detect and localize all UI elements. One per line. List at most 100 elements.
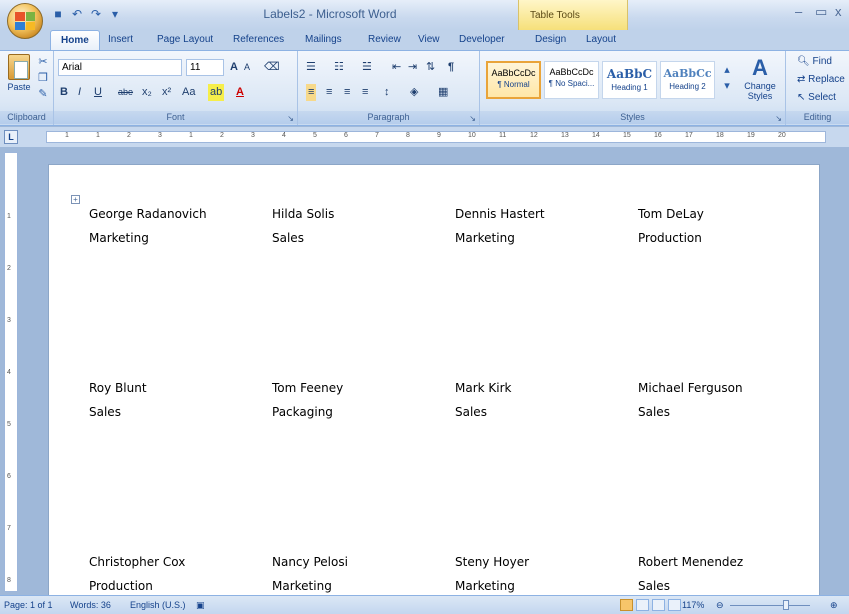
style-heading-1[interactable]: AaBbC Heading 1 bbox=[602, 61, 657, 99]
label-cell[interactable]: Nancy Pelosi Marketing bbox=[272, 555, 442, 595]
style-normal[interactable]: AaBbCcDc ¶ Normal bbox=[486, 61, 541, 99]
subscript-button[interactable]: x₂ bbox=[142, 84, 152, 101]
grow-font-button[interactable]: A bbox=[230, 59, 238, 76]
label-cell[interactable]: Dennis Hastert Marketing bbox=[455, 207, 625, 255]
styles-scroll-icon[interactable]: ▴ bbox=[720, 63, 734, 77]
zoom-slider[interactable] bbox=[730, 605, 810, 606]
justify-icon[interactable]: ≡ bbox=[362, 84, 368, 101]
close-button[interactable]: x bbox=[835, 4, 842, 19]
tab-layout[interactable]: Layout bbox=[586, 34, 616, 45]
word-count[interactable]: Words: 36 bbox=[70, 600, 111, 610]
increase-indent-icon[interactable]: ⇥ bbox=[408, 59, 417, 76]
label-cell[interactable]: Tom DeLay Production bbox=[638, 207, 808, 255]
zoom-slider-thumb[interactable] bbox=[783, 600, 789, 610]
tab-developer[interactable]: Developer bbox=[459, 34, 505, 45]
office-logo-icon bbox=[15, 12, 35, 30]
paragraph-dialog-launcher-icon[interactable]: ↘ bbox=[469, 114, 476, 123]
replace-button[interactable]: ⇄ Replace bbox=[797, 74, 845, 85]
change-styles-button[interactable]: A Change Styles bbox=[738, 55, 782, 101]
customize-toolbar-icon[interactable]: ▾ bbox=[107, 6, 123, 22]
label-cell[interactable]: George Radanovich Marketing bbox=[89, 207, 259, 255]
page-count[interactable]: Page: 1 of 1 bbox=[4, 600, 53, 610]
tab-insert[interactable]: Insert bbox=[108, 34, 133, 45]
clear-formatting-icon[interactable]: ⌫ bbox=[264, 59, 280, 76]
undo-icon[interactable]: ↶ bbox=[69, 6, 85, 22]
macro-record-icon[interactable]: ▣ bbox=[196, 600, 205, 611]
styles-dialog-launcher-icon[interactable]: ↘ bbox=[775, 114, 782, 123]
align-left-icon[interactable]: ≡ bbox=[306, 84, 317, 101]
font-size-input[interactable]: 11 bbox=[186, 59, 224, 76]
zoom-out-icon[interactable]: ⊖ bbox=[716, 600, 724, 611]
label-cell[interactable]: Michael Ferguson Sales bbox=[638, 381, 808, 429]
ruler-tick-label: 6 bbox=[344, 132, 348, 139]
label-cell[interactable]: Robert Menendez Sales bbox=[638, 555, 808, 595]
tab-page-layout[interactable]: Page Layout bbox=[157, 34, 213, 45]
language-indicator[interactable]: English (U.S.) bbox=[130, 600, 186, 610]
select-button[interactable]: ↖ Select bbox=[797, 92, 836, 103]
multilevel-list-icon[interactable]: ☱ bbox=[362, 59, 372, 76]
tab-review[interactable]: Review bbox=[368, 34, 401, 45]
tab-selector-button[interactable]: L bbox=[4, 130, 18, 144]
office-button[interactable] bbox=[7, 3, 43, 39]
align-right-icon[interactable]: ≡ bbox=[344, 84, 350, 101]
redo-icon[interactable]: ↷ bbox=[88, 6, 104, 22]
label-name: Tom Feeney bbox=[272, 381, 344, 395]
align-center-icon[interactable]: ≡ bbox=[326, 84, 332, 101]
highlight-icon[interactable]: ab bbox=[208, 84, 225, 101]
minimize-button[interactable]: – bbox=[795, 4, 802, 19]
maximize-button[interactable]: ▭ bbox=[815, 4, 827, 20]
ruler-tick-label: 2 bbox=[127, 132, 131, 139]
find-icon: 🔍︎ bbox=[797, 56, 810, 67]
italic-button[interactable]: I bbox=[78, 84, 81, 101]
cut-icon[interactable]: ✂ bbox=[36, 55, 50, 69]
line-spacing-icon[interactable]: ↕ bbox=[384, 84, 390, 101]
tab-mailings[interactable]: Mailings bbox=[305, 34, 342, 45]
style-heading-2[interactable]: AaBbCc Heading 2 bbox=[660, 61, 715, 99]
find-button[interactable]: 🔍︎ Find bbox=[797, 56, 832, 67]
sort-icon[interactable]: ⇅ bbox=[426, 59, 435, 76]
style-no-spacing[interactable]: AaBbCcDc ¶ No Spaci... bbox=[544, 61, 599, 99]
full-screen-view-icon[interactable] bbox=[636, 599, 649, 611]
paste-button[interactable]: Paste bbox=[4, 54, 34, 104]
label-cell[interactable]: Hilda Solis Sales bbox=[272, 207, 442, 255]
strikethrough-button[interactable]: abe bbox=[118, 84, 133, 101]
bullets-icon[interactable]: ☰ bbox=[306, 59, 316, 76]
bold-button[interactable]: B bbox=[60, 84, 68, 101]
document-page[interactable]: + George Radanovich Marketing Hilda Solis S… bbox=[48, 164, 820, 595]
shrink-font-button[interactable]: A bbox=[244, 59, 250, 76]
shading-icon[interactable]: ◈ bbox=[410, 84, 418, 101]
label-cell[interactable]: Roy Blunt Sales bbox=[89, 381, 259, 429]
borders-icon[interactable]: ▦ bbox=[438, 84, 448, 101]
copy-icon[interactable]: ❐ bbox=[36, 71, 50, 85]
web-layout-view-icon[interactable] bbox=[652, 599, 665, 611]
numbering-icon[interactable]: ☷ bbox=[334, 59, 344, 76]
horizontal-ruler[interactable]: 1 1 2 3 1 2 3 4 5 6 7 8 9 10 11 12 13 14 15 16 17 18 19 20 bbox=[46, 131, 826, 143]
save-icon[interactable]: ■ bbox=[50, 6, 66, 22]
label-cell[interactable]: Mark Kirk Sales bbox=[455, 381, 625, 429]
label-name: Dennis Hastert bbox=[455, 207, 545, 221]
underline-button[interactable]: U bbox=[94, 84, 102, 101]
font-dialog-launcher-icon[interactable]: ↘ bbox=[287, 114, 294, 123]
table-move-handle-icon[interactable]: + bbox=[71, 195, 80, 204]
outline-view-icon[interactable] bbox=[668, 599, 681, 611]
superscript-button[interactable]: x² bbox=[162, 84, 171, 101]
label-cell[interactable]: Steny Hoyer Marketing bbox=[455, 555, 625, 595]
format-painter-icon[interactable]: ✎ bbox=[36, 87, 50, 101]
zoom-in-icon[interactable]: ⊕ bbox=[830, 600, 838, 611]
label-cell[interactable]: Christopher Cox Production bbox=[89, 555, 259, 595]
font-color-icon[interactable]: A bbox=[236, 84, 244, 101]
tab-view[interactable]: View bbox=[418, 34, 440, 45]
label-cell[interactable]: Tom Feeney Packaging bbox=[272, 381, 442, 429]
tab-home[interactable]: Home bbox=[50, 30, 100, 51]
styles-more-icon[interactable]: ▾ bbox=[720, 79, 734, 93]
decrease-indent-icon[interactable]: ⇤ bbox=[392, 59, 401, 76]
change-case-button[interactable]: Aa bbox=[182, 84, 195, 101]
tab-references[interactable]: References bbox=[233, 34, 284, 45]
zoom-level[interactable]: 117% bbox=[682, 600, 704, 610]
font-name-input[interactable]: Arial bbox=[58, 59, 182, 76]
editing-group-label: Editing bbox=[786, 111, 849, 124]
vertical-ruler[interactable]: 1 2 3 4 5 6 7 8 bbox=[4, 152, 18, 592]
print-layout-view-icon[interactable] bbox=[620, 599, 633, 611]
show-formatting-button[interactable]: ¶ bbox=[448, 59, 454, 76]
tab-design[interactable]: Design bbox=[535, 34, 566, 45]
